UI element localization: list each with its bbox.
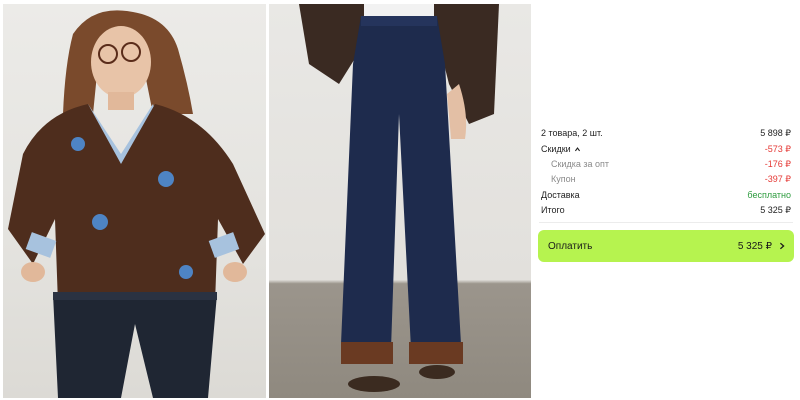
total-value: 5 325 ₽ [760, 204, 791, 215]
items-label: 2 товара, 2 шт. [541, 128, 603, 138]
product-photo-sweater[interactable] [3, 4, 266, 398]
jeans-photo-illustration [299, 4, 499, 392]
coupon-label: Купон [551, 174, 576, 184]
discounts-label: Скидки [541, 144, 571, 154]
total-row: Итого 5 325 ₽ [541, 203, 791, 217]
sweater-photo-illustration [8, 10, 265, 398]
divider [539, 222, 793, 223]
product-photo-jeans[interactable] [269, 4, 531, 398]
discounts-value: -573 ₽ [764, 143, 791, 154]
pay-button[interactable]: Оплатить 5 325 ₽ [538, 230, 794, 262]
delivery-row: Доставка бесплатно [541, 188, 791, 202]
discounts-row[interactable]: Скидки -573 ₽ [541, 142, 791, 156]
coupon-row: Купон -397 ₽ [551, 172, 791, 186]
pay-button-label: Оплатить [548, 240, 593, 252]
chevron-up-icon[interactable] [574, 146, 581, 153]
chevron-right-icon [779, 242, 785, 250]
wholesale-discount-label: Скидка за опт [551, 159, 609, 169]
total-label: Итого [541, 205, 565, 215]
delivery-value: бесплатно [747, 190, 791, 200]
order-summary-panel: 2 товара, 2 шт. 5 898 ₽ Скидки -573 ₽ Ск… [535, 118, 797, 270]
items-row: 2 товара, 2 шт. 5 898 ₽ [541, 126, 791, 140]
pay-button-amount: 5 325 ₽ [737, 240, 772, 252]
coupon-value: -397 ₽ [764, 173, 791, 184]
wholesale-discount-value: -176 ₽ [764, 158, 791, 169]
delivery-label: Доставка [541, 190, 580, 200]
items-value: 5 898 ₽ [760, 127, 791, 138]
wholesale-discount-row: Скидка за опт -176 ₽ [551, 157, 791, 171]
